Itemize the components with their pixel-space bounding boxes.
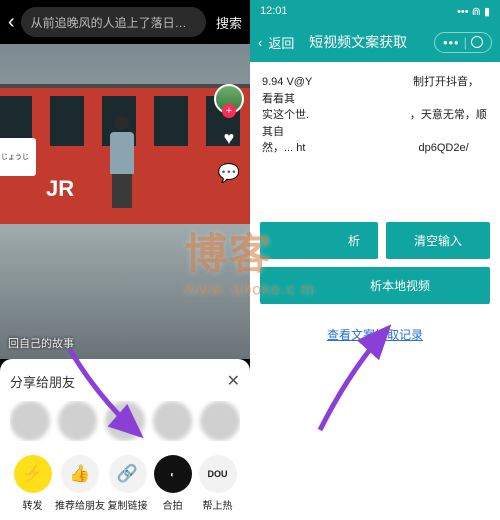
duet-icon: ◐ — [154, 455, 192, 493]
content-textarea[interactable]: 9.94 V@Y 制打开抖音，看看其 实这个世. ，天意无常，顺其自 然，...… — [260, 72, 490, 212]
dou-icon: DOU — [199, 455, 237, 493]
bolt-icon: ⚡ — [14, 455, 52, 493]
station-sign: じょうじ — [0, 138, 36, 176]
action-boost[interactable]: DOU 帮上热 — [195, 455, 240, 512]
person-graphic — [108, 116, 136, 206]
action-copy-link[interactable]: 🔗 复制链接 — [105, 455, 150, 512]
action-recommend[interactable]: 👍 推荐给朋友 — [55, 455, 105, 512]
capsule-buttons: ••• | — [434, 32, 492, 53]
video-area[interactable]: じょうじ JR ♥ 💬 回自己的故事 — [0, 44, 250, 359]
nav-back-chevron-icon[interactable]: ‹ — [258, 35, 262, 50]
video-side-actions: ♥ 💬 — [214, 84, 244, 184]
share-sheet-title: 分享给朋友 — [10, 372, 75, 391]
video-caption: 回自己的故事 — [8, 335, 74, 351]
friend-avatar[interactable] — [200, 401, 240, 441]
nav-bar: ‹ 返回 短视频文案获取 ••• | — [250, 22, 500, 62]
top-bar: ‹ 从前追晚风的人追上了落日… 搜索 — [0, 0, 250, 44]
search-box[interactable]: 从前追晚风的人追上了落日… — [21, 7, 206, 37]
close-icon[interactable]: ✕ — [227, 371, 240, 391]
actions-row: ⚡ 转发 👍 推荐给朋友 🔗 复制链接 ◐ 合拍 DOU 帮上热 — [10, 455, 240, 512]
nav-title: 短视频文案获取 — [288, 32, 428, 52]
action-forward[interactable]: ⚡ 转发 — [10, 455, 55, 512]
clear-button[interactable]: 清空输入 — [386, 222, 490, 259]
back-chevron-icon[interactable]: ‹ — [8, 11, 15, 34]
search-text: 从前追晚风的人追上了落日… — [31, 14, 187, 31]
comment-icon[interactable]: 💬 — [218, 163, 240, 184]
watermark: 博客 www. uboke.c m — [185, 221, 315, 300]
textarea-text: 9.94 V@Y 制打开抖音，看看其 实这个世. ，天意无常，顺其自 然，...… — [262, 76, 487, 154]
status-bar: 12:01 ••• ⋒ ▮ — [250, 0, 500, 22]
friends-row — [10, 401, 240, 441]
link-icon: 🔗 — [109, 455, 147, 493]
share-sheet: 分享给朋友 ✕ ⚡ 转发 👍 推荐给朋友 🔗 复制链接 ◐ — [0, 359, 250, 520]
thumb-up-icon: 👍 — [61, 455, 99, 493]
friend-avatar[interactable] — [105, 401, 145, 441]
close-ring-icon[interactable] — [471, 36, 483, 48]
status-time: 12:01 — [260, 5, 288, 17]
author-avatar[interactable] — [214, 84, 244, 114]
history-link[interactable]: 查看文案提取记录 — [260, 326, 490, 343]
friend-avatar[interactable] — [58, 401, 98, 441]
search-button[interactable]: 搜索 — [216, 13, 242, 32]
action-duet[interactable]: ◐ 合拍 — [150, 455, 195, 512]
menu-icon[interactable]: ••• — [443, 35, 460, 50]
friend-avatar[interactable] — [10, 401, 50, 441]
like-icon[interactable]: ♥ — [224, 128, 235, 149]
friend-avatar[interactable] — [153, 401, 193, 441]
jr-logo: JR — [46, 176, 74, 202]
status-icons: ••• ⋒ ▮ — [457, 5, 490, 18]
